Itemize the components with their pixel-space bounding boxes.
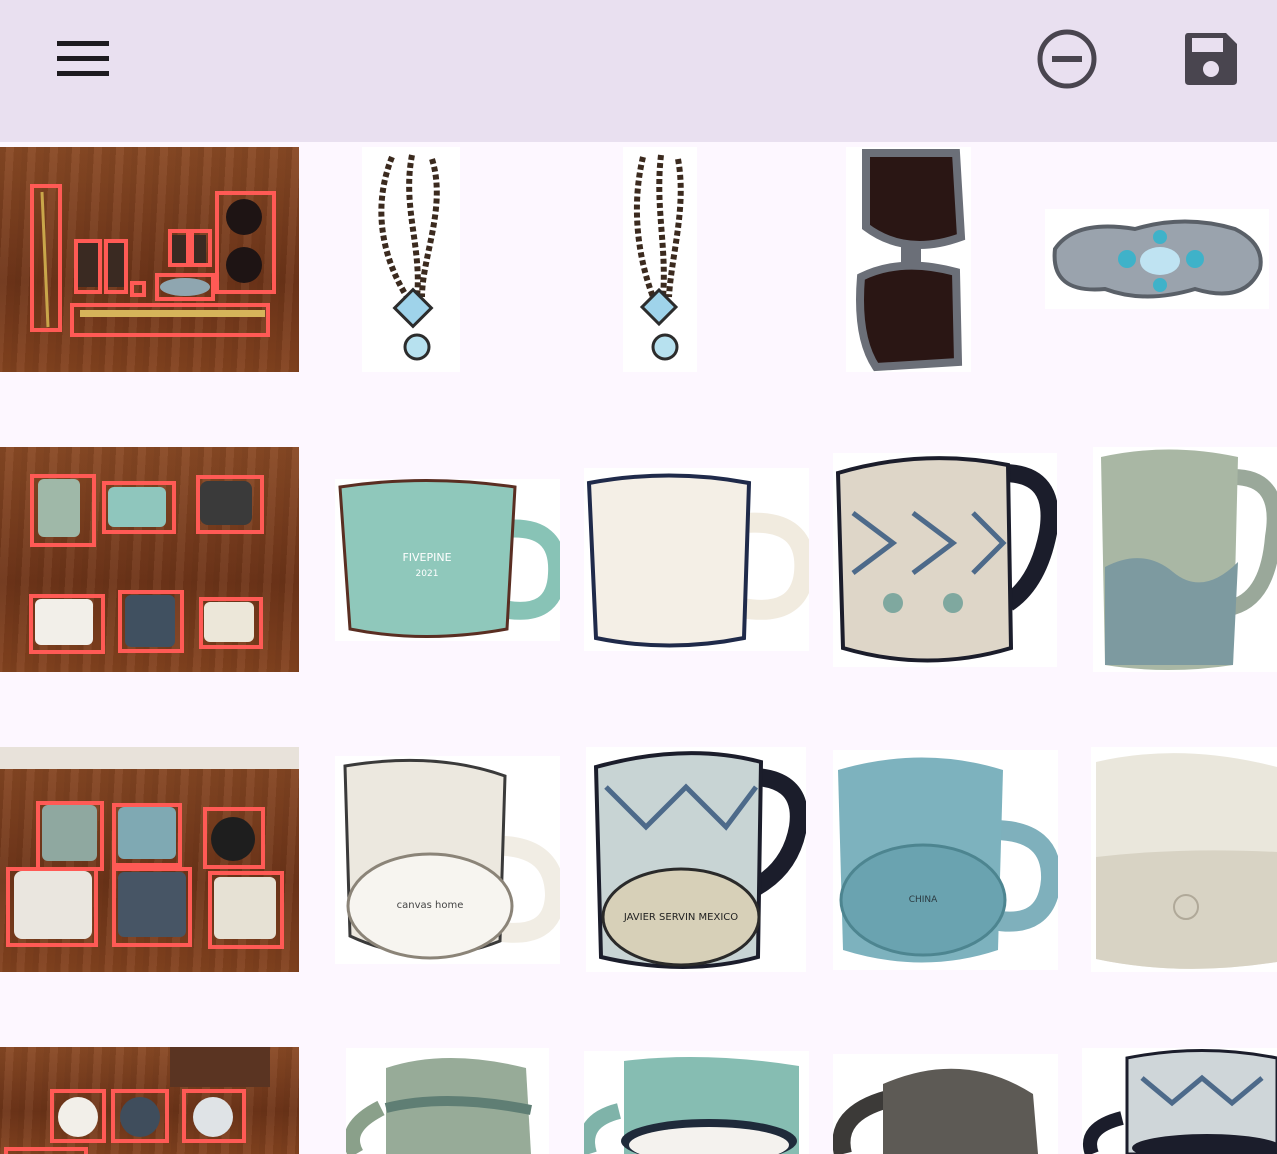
floppy-disk-icon [1185, 33, 1237, 85]
sunglasses-image[interactable] [846, 147, 971, 372]
dark-gray-mug-image[interactable] [833, 1054, 1058, 1154]
mug-year-text: 2021 [416, 569, 439, 579]
menu-button[interactable] [52, 36, 114, 82]
base-imprint-text-2: JAVIER SERVIN MEXICO [623, 912, 738, 923]
patterned-pitcher-mug-image[interactable] [833, 453, 1057, 667]
chain-necklace-image-2[interactable] [623, 147, 697, 372]
teal-mug-image[interactable] [584, 1051, 809, 1154]
white-mug-bottom-image[interactable]: canvas home [335, 756, 560, 964]
mugs-top-scene-thumbnail[interactable] [0, 1047, 299, 1154]
white-enamel-mug-image[interactable] [584, 468, 809, 651]
patterned-mug-image[interactable] [1082, 1048, 1277, 1154]
top-app-bar [0, 0, 1277, 142]
menu-icon [57, 41, 109, 76]
mugs-scene-thumbnail[interactable] [0, 447, 299, 672]
save-button[interactable] [1178, 26, 1244, 92]
glazed-ceramic-mug-image[interactable] [1093, 447, 1277, 672]
mugs-bottom-scene-thumbnail[interactable] [0, 747, 299, 972]
base-imprint-text: canvas home [397, 900, 464, 911]
speckled-mug-bottom-image[interactable] [1091, 747, 1277, 972]
image-grid: FIVEPINE 2021 canvas home JAVIER SERVIN … [0, 142, 1277, 1154]
base-imprint-text-3: CHINA [909, 895, 938, 905]
green-glaze-mug-image[interactable] [346, 1048, 549, 1154]
mug-brand-text: FIVEPINE [402, 551, 451, 564]
chain-necklace-image[interactable] [362, 147, 460, 372]
minus-circle-icon [1037, 29, 1097, 89]
remove-button[interactable] [1032, 26, 1102, 92]
beaded-brooch-image[interactable] [1045, 209, 1269, 309]
teal-camp-mug-image[interactable]: FIVEPINE 2021 [335, 479, 560, 641]
patterned-mug-bottom-image[interactable]: JAVIER SERVIN MEXICO [586, 747, 806, 972]
teal-mug-bottom-image[interactable]: CHINA [833, 750, 1058, 970]
jewelry-scene-thumbnail[interactable] [0, 147, 299, 372]
